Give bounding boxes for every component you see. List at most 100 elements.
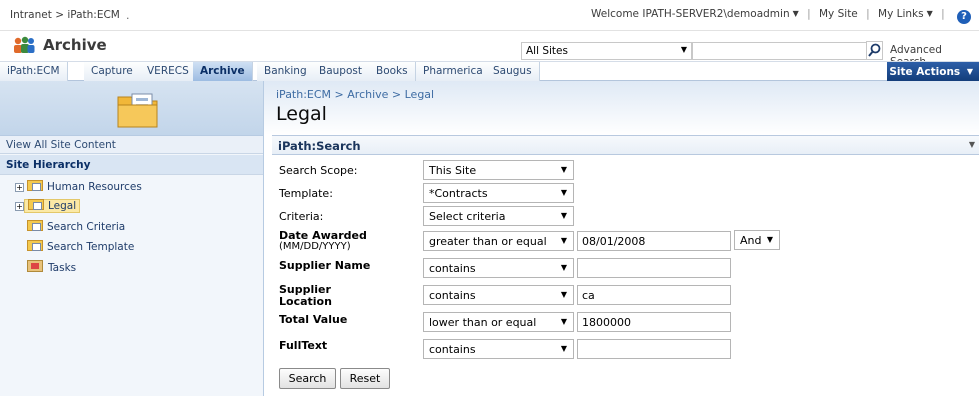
supplier-location-operator-value: contains <box>429 289 476 302</box>
global-topbar: Intranet > iPath:ECM . Welcome IPATH-SER… <box>0 0 979 31</box>
chevron-down-icon: ▼ <box>560 188 567 197</box>
tab-banking[interactable]: Banking <box>257 62 315 81</box>
tree-item-legal[interactable]: + Legal <box>15 199 81 215</box>
supplier-location-input[interactable]: ca <box>577 285 731 305</box>
site-actions-label: Site Actions <box>889 66 961 78</box>
total-value-operator-value: lower than or equal <box>429 316 537 329</box>
search-scope-select[interactable]: All Sites ▼ <box>521 42 692 60</box>
my-links-label: My Links <box>878 8 924 20</box>
total-value-label: Total Value <box>279 313 348 326</box>
chevron-down-icon: ▼ <box>560 236 567 245</box>
chevron-down-icon: ▼ <box>560 263 567 272</box>
welcome-label: Welcome IPATH-SERVER2\demoadmin <box>590 8 790 20</box>
topbar-dot: . <box>126 9 130 22</box>
tree-item-search-template[interactable]: Search Template <box>24 240 134 256</box>
date-awarded-input[interactable]: 08/01/2008 <box>577 231 731 251</box>
tasks-icon <box>27 260 43 272</box>
date-awarded-label: Date Awarded (MM/DD/YYYY) <box>279 230 367 253</box>
page-header: iPath:ECM > Archive > Legal Legal <box>264 81 979 135</box>
tab-baupost[interactable]: Baupost <box>312 62 370 81</box>
fulltext-input[interactable] <box>577 339 731 359</box>
help-icon[interactable]: ? <box>957 10 971 24</box>
webpart-title-label[interactable]: iPath:Search <box>278 139 361 153</box>
criteria-label: Criteria: <box>279 210 324 223</box>
chevron-down-icon: ▼ <box>766 235 773 244</box>
webpart-menu-icon[interactable]: ▼ <box>969 140 975 149</box>
tree-item-label: Legal <box>48 200 77 212</box>
user-links: Welcome IPATH-SERVER2\demoadmin ▼ | My Si… <box>591 8 971 24</box>
date-awarded-operator[interactable]: greater than or equal ▼ <box>423 231 574 251</box>
search-scope-dropdown[interactable]: This Site ▼ <box>423 160 574 180</box>
search-scope-selected: This Site <box>429 164 477 177</box>
chevron-down-icon: ▼ <box>560 317 567 326</box>
supplier-location-operator[interactable]: contains ▼ <box>423 285 574 305</box>
tree-item-tasks[interactable]: Tasks <box>27 260 76 276</box>
expand-icon[interactable]: + <box>15 183 24 192</box>
search-button[interactable] <box>866 41 883 60</box>
search-submit-button[interactable]: Search <box>279 368 336 389</box>
template-selected: *Contracts <box>429 187 488 200</box>
site-title[interactable]: Archive <box>43 36 107 54</box>
site-folder-icon <box>27 180 43 191</box>
tree-item-label: Tasks <box>48 262 77 274</box>
tab-ipath-ecm[interactable]: iPath:ECM <box>0 62 68 81</box>
total-value-operator[interactable]: lower than or equal ▼ <box>423 312 574 332</box>
template-dropdown[interactable]: *Contracts ▼ <box>423 183 574 203</box>
supplier-name-operator[interactable]: contains ▼ <box>423 258 574 278</box>
tab-books[interactable]: Books <box>369 62 416 81</box>
page-title: Legal <box>276 103 327 125</box>
date-awarded-operator-value: greater than or equal <box>429 235 547 248</box>
welcome-menu[interactable]: Welcome IPATH-SERVER2\demoadmin ▼ <box>591 8 799 20</box>
criteria-selected: Select criteria <box>429 210 506 223</box>
chevron-down-icon: ▼ <box>926 9 933 18</box>
list-folder-icon <box>27 220 43 231</box>
tree-item-search-criteria[interactable]: Search Criteria <box>24 220 125 236</box>
search-icon <box>868 43 881 57</box>
quick-launch: View All Site Content Site Hierarchy + Hu… <box>0 135 264 396</box>
view-all-site-content-link[interactable]: View All Site Content <box>0 136 263 154</box>
chevron-down-icon: ▼ <box>560 344 567 353</box>
chevron-down-icon: ▼ <box>966 67 973 76</box>
site-folder-icon <box>28 199 44 210</box>
divider: | <box>941 8 945 20</box>
global-breadcrumb[interactable]: Intranet > iPath:ECM <box>10 9 120 21</box>
supplier-location-label: Supplier Location <box>279 284 332 308</box>
date-format-hint: (MM/DD/YYYY) <box>279 241 351 252</box>
my-links-menu[interactable]: My Links ▼ <box>878 8 933 20</box>
top-navigation: iPath:ECM Capture VERECS Archive Banking… <box>0 61 979 81</box>
tree-item-label: Search Criteria <box>47 221 126 233</box>
tab-saugus[interactable]: Saugus <box>486 62 540 81</box>
search-scope-label: Search Scope: <box>279 164 358 177</box>
breadcrumb[interactable]: iPath:ECM > Archive > Legal <box>276 88 434 101</box>
site-title-row: Archive All Sites ▼ Advanced Search <box>0 31 979 68</box>
search-input[interactable] <box>692 42 867 60</box>
tab-capture[interactable]: Capture <box>84 62 141 81</box>
people-logo-icon <box>14 36 35 53</box>
tab-verecs[interactable]: VERECS <box>140 62 197 81</box>
reset-button[interactable]: Reset <box>340 368 390 389</box>
criteria-dropdown[interactable]: Select criteria ▼ <box>423 206 574 226</box>
search-scope-value: All Sites <box>526 45 568 57</box>
template-label: Template: <box>279 187 333 200</box>
conjunction-dropdown[interactable]: And ▼ <box>734 230 780 250</box>
site-icon-area <box>0 81 264 135</box>
tree-item-human-resources[interactable]: + Human Resources <box>15 180 142 196</box>
expand-icon[interactable]: + <box>15 202 24 211</box>
tab-archive[interactable]: Archive <box>193 62 253 81</box>
fulltext-label: FullText <box>279 339 328 352</box>
chevron-down-icon: ▼ <box>560 211 567 220</box>
divider: | <box>866 8 870 20</box>
chevron-down-icon: ▼ <box>680 45 687 54</box>
total-value-input[interactable]: 1800000 <box>577 312 731 332</box>
selected-node: Legal <box>24 199 81 213</box>
tab-pharmerica[interactable]: Pharmerica <box>416 62 491 81</box>
conjunction-value: And <box>740 234 762 247</box>
tree-item-label: Human Resources <box>47 181 142 193</box>
folder-icon <box>117 93 158 128</box>
site-actions-menu[interactable]: Site Actions ▼ <box>887 62 979 81</box>
supplier-name-input[interactable] <box>577 258 731 278</box>
my-site-link[interactable]: My Site <box>819 8 858 20</box>
fulltext-operator[interactable]: contains ▼ <box>423 339 574 359</box>
supplier-name-operator-value: contains <box>429 262 476 275</box>
chevron-down-icon: ▼ <box>560 290 567 299</box>
